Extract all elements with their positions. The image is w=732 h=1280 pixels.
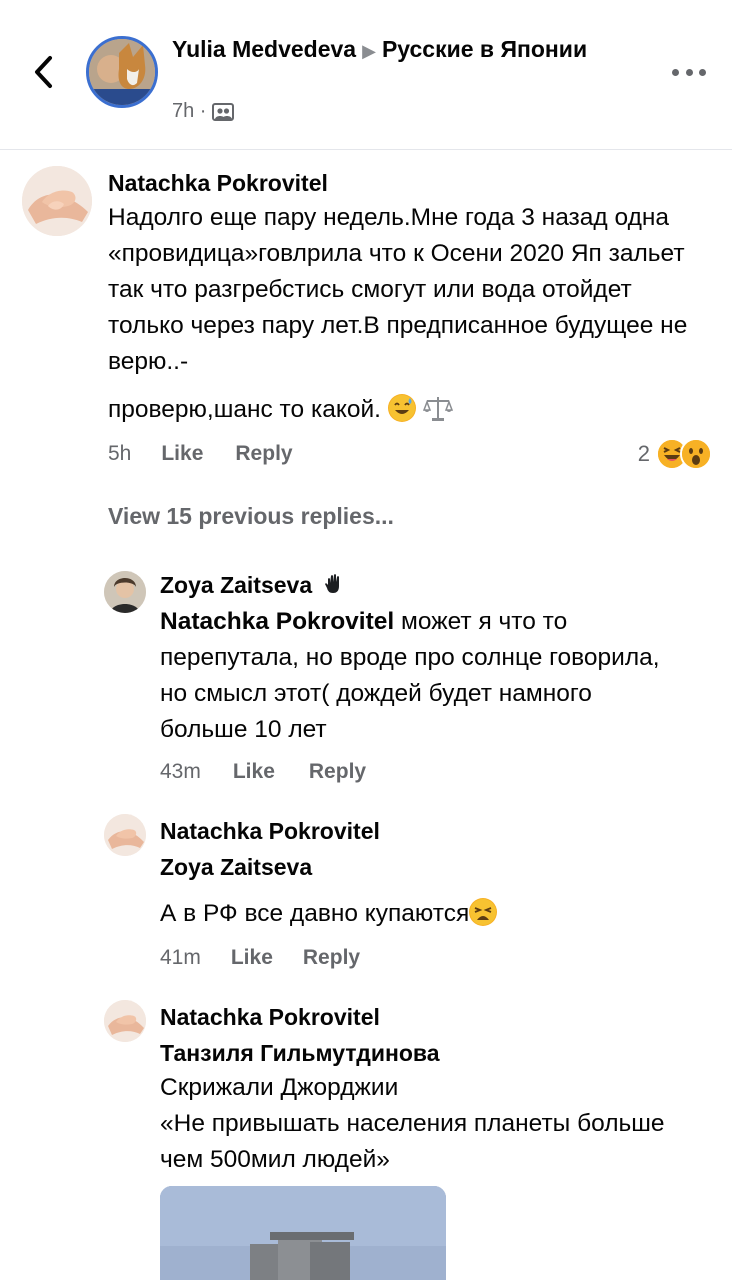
view-previous-replies-link[interactable]: View 15 previous replies... [108, 503, 394, 530]
more-options-button[interactable] [672, 62, 706, 82]
mention-link[interactable]: Танзиля Гильмутдинова [160, 1040, 440, 1067]
reply-time[interactable]: 41m [160, 946, 201, 970]
reaction-summary[interactable]: 2 [638, 438, 712, 470]
mention-link[interactable]: Natachka Pokrovitel [160, 608, 394, 635]
arrow-icon: ▶ [362, 41, 376, 61]
comment-time[interactable]: 5h [108, 442, 131, 466]
dot-icon [685, 68, 693, 76]
reply-author[interactable]: Natachka Pokrovitel [160, 818, 380, 845]
reply-text: Скрижали Джорджии «Не привышать населени… [160, 1070, 680, 1178]
like-button[interactable]: Like [231, 946, 273, 970]
reply-body: А в РФ все давно купаются [160, 900, 470, 927]
reply-text: А в РФ все давно купаются [160, 896, 680, 932]
post-meta: 7h · [172, 100, 235, 123]
back-button[interactable] [26, 52, 60, 92]
reply-time[interactable]: 43m [160, 760, 201, 784]
post-header: Yulia Medvedeva ▶ Русские в Японии 7h · [0, 0, 732, 150]
comment-actions: 5h Like Reply [108, 442, 293, 466]
attached-image[interactable] [160, 1186, 446, 1280]
reaction-count: 2 [637, 441, 650, 466]
group-name[interactable]: Русские в Японии [382, 36, 587, 62]
reply-actions: 41m Like Reply [160, 946, 360, 970]
sweat-smile-emoji-icon [387, 394, 416, 422]
reply-button[interactable]: Reply [309, 760, 366, 784]
poster-avatar[interactable] [86, 36, 158, 108]
reply-body-quote: «Не привышать населения планеты больше ч… [160, 1110, 665, 1173]
reply-button[interactable]: Reply [235, 442, 292, 466]
reply-text: Natachka Pokrovitel может я что то переп… [160, 604, 680, 748]
reply-avatar[interactable] [104, 814, 146, 856]
dot-icon [672, 68, 679, 76]
reply-author[interactable]: Natachka Pokrovitel [160, 1004, 380, 1031]
wow-reaction-icon [680, 438, 712, 470]
reply-button[interactable]: Reply [303, 946, 360, 970]
reply-avatar[interactable] [104, 1000, 146, 1042]
like-button[interactable]: Like [161, 442, 203, 466]
waving-hand-badge-icon [324, 574, 339, 593]
weary-face-emoji-icon [469, 898, 498, 926]
like-button[interactable]: Like [233, 760, 275, 784]
comment-body-end: проверю,шанс то какой. [108, 396, 381, 423]
poster-name[interactable]: Yulia Medvedeva [172, 36, 356, 62]
post-time[interactable]: 7h · [172, 100, 206, 123]
scales-emoji-icon [422, 394, 453, 422]
reply-avatar[interactable] [104, 571, 146, 613]
commenter-avatar[interactable] [22, 166, 92, 236]
dot-icon [699, 68, 706, 76]
reply-author: Zoya Zaitseva [160, 572, 345, 599]
comment-body: Надолго еще пару недель.Мне года 3 назад… [108, 204, 688, 375]
reply-body: Скрижали Джорджии [160, 1074, 399, 1101]
comment-text-continued: проверю,шанс то какой. [108, 392, 708, 428]
post-title: Yulia Medvedeva ▶ Русские в Японии [172, 34, 592, 67]
chevron-left-icon [35, 56, 52, 88]
reply-actions: 43m Like Reply [160, 760, 366, 784]
comment-text: Надолго еще пару недель.Мне года 3 назад… [108, 200, 708, 380]
group-audience-icon [212, 102, 235, 121]
mention-link[interactable]: Zoya Zaitseva [160, 854, 312, 881]
comment-author[interactable]: Natachka Pokrovitel [108, 170, 328, 197]
reply-author-name[interactable]: Zoya Zaitseva [160, 572, 312, 598]
